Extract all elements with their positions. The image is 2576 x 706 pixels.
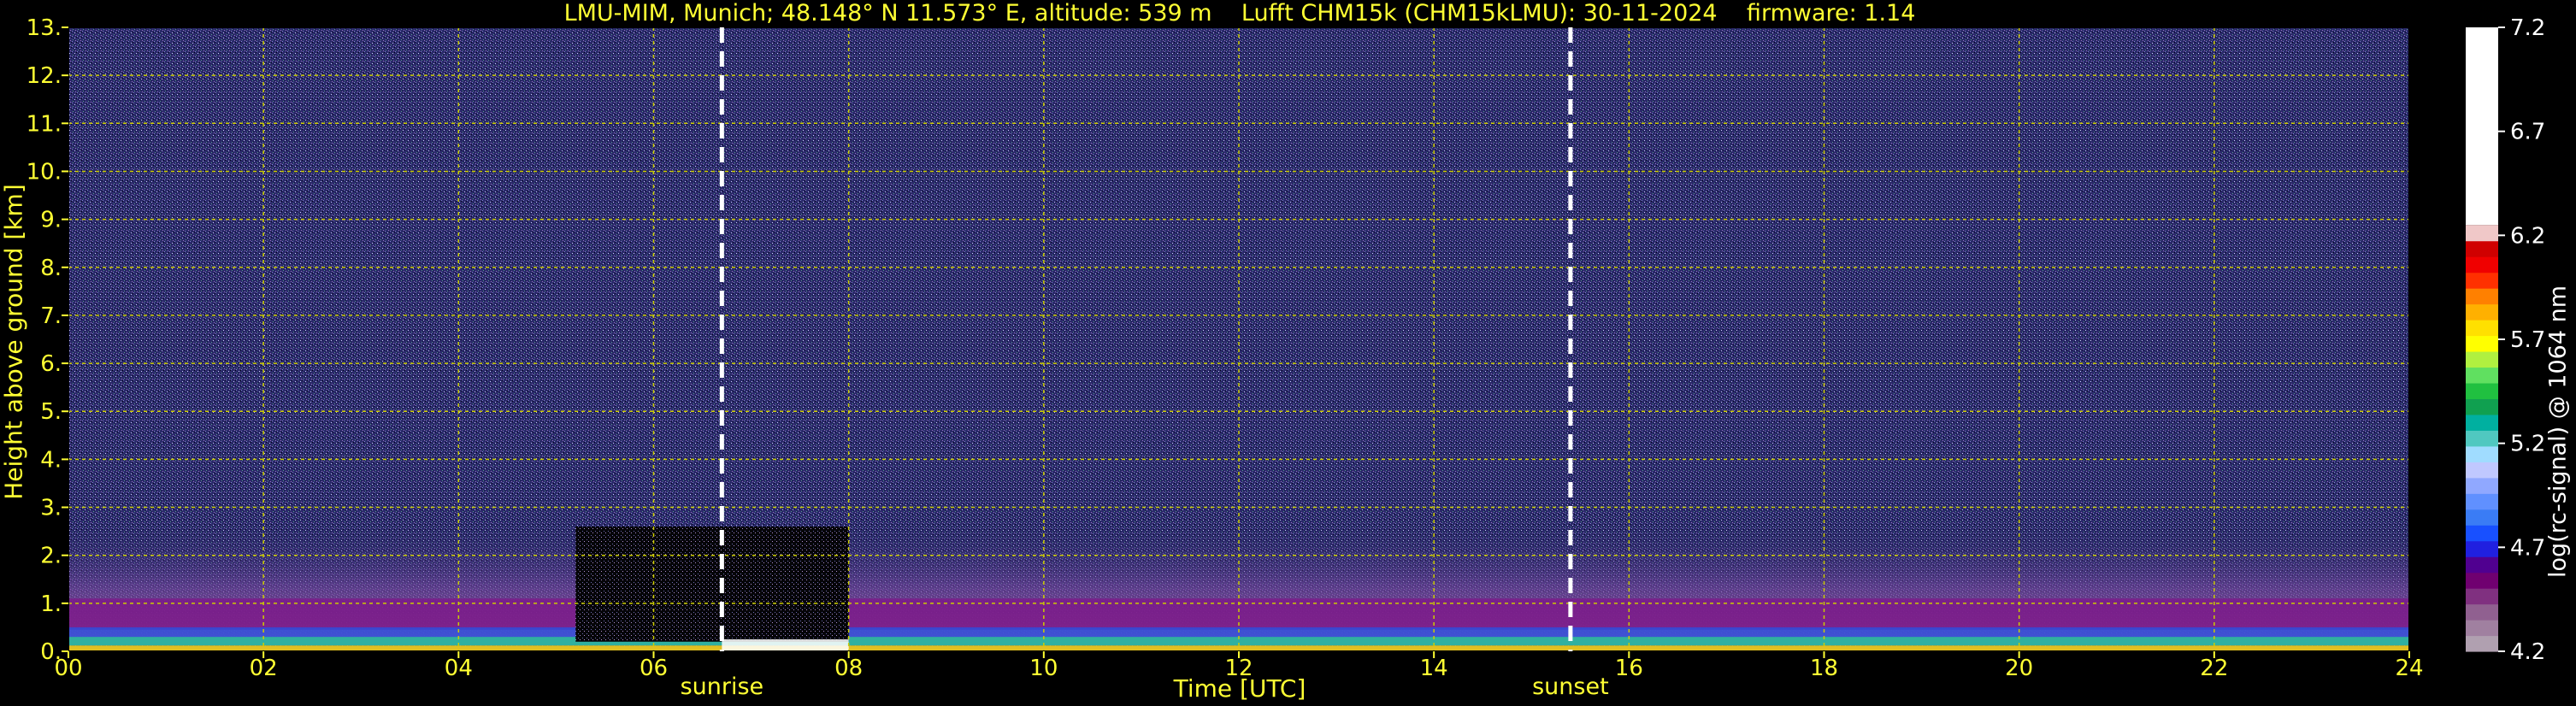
colorbar-segment [2466,367,2498,384]
sunset-label: sunset [1532,674,1609,700]
colorbar-segment [2466,620,2498,637]
plot-area [68,27,2409,651]
colorbar-segment [2466,256,2498,274]
y-tick-label: 11. [27,111,62,137]
colorbar-tick-label: 5.7 [2510,327,2545,353]
colorbar-tick-label: 4.7 [2510,535,2545,561]
y-tick-label: 3. [40,496,62,521]
colorbar-segment [2466,320,2498,337]
colorbar-segment [2466,635,2498,652]
colorbar-segment [2466,462,2498,479]
colorbar-segment [2466,225,2498,242]
colorbar-segment [2466,509,2498,526]
y-tick-label: 12. [27,63,62,89]
y-axis-ticks: 0.1.2.3.4.5.6.7.8.9.10.11.12.13. [27,15,68,665]
colorbar-segment [2466,477,2498,494]
colorbar-segment [2466,288,2498,305]
colorbar-segment [2466,525,2498,542]
colorbar-segment [2466,603,2498,621]
saturated-surface [722,638,849,651]
x-tick-label: 06 [640,656,668,681]
y-tick-label: 8. [40,256,62,281]
y-axis-label: Height above ground [km] [0,184,28,500]
colorbar-tick-label: 6.7 [2510,120,2545,145]
y-tick-label: 1. [40,591,62,617]
y-tick-label: 4. [40,447,62,473]
colorbar-segment [2466,303,2498,321]
colorbar-segment [2466,493,2498,510]
sunrise-label: sunrise [681,674,764,700]
colorbar-segment [2466,240,2498,257]
colorbar-segment [2466,556,2498,574]
colorbar-tick-label: 5.2 [2510,432,2545,457]
y-tick-label: 10. [27,159,62,185]
colorbar-segment [2466,572,2498,589]
y-tick-label: 5. [40,399,62,425]
colorbar-tick-label: 7.2 [2510,15,2545,41]
colorbar-tick-label: 4.2 [2510,639,2545,665]
colorbar-segment [2466,350,2498,368]
x-tick-label: 24 [2395,656,2423,681]
colorbar-segment [2466,335,2498,352]
y-tick-label: 2. [40,544,62,569]
colorbar-segment [2466,445,2498,462]
colorbar: 4.2 4.7 5.2 5.7 6.2 6.7 7.2 [2466,15,2545,665]
chart-title: LMU-MIM, Munich; 48.148° N 11.573° E, al… [563,0,1916,26]
x-tick-label: 20 [2005,656,2033,681]
colorbar-segment [2466,398,2498,415]
y-tick-label: 6. [40,351,62,377]
x-axis-label: Time [UTC] [1173,674,1306,703]
x-tick-label: 22 [2200,656,2228,681]
x-tick-label: 08 [834,656,863,681]
colorbar-segment [2466,414,2498,431]
x-tick-label: 02 [250,656,278,681]
x-tick-label: 14 [1420,656,1448,681]
y-tick-label: 13. [27,15,62,41]
x-tick-label: 10 [1029,656,1058,681]
x-tick-label: 18 [1810,656,1838,681]
colorbar-segment [2466,540,2498,557]
low-signal-gap [575,527,849,642]
y-tick-label: 9. [40,208,62,233]
colorbar-segment [2466,588,2498,605]
colorbar-segment [2466,27,2498,226]
x-tick-label: 04 [445,656,473,681]
colorbar-tick-label: 6.2 [2510,223,2545,249]
colorbar-segment [2466,430,2498,447]
x-tick-label: 16 [1615,656,1643,681]
colorbar-segment [2466,272,2498,289]
ceilometer-chart: sunrise sunset 0.1.2.3.4.5.6.7.8.9.10.11.… [27,15,2546,703]
colorbar-segment [2466,382,2498,399]
x-tick-label: 00 [54,656,82,681]
colorbar-label: log(rc-signal) @ 1064 nm [2544,285,2572,579]
y-tick-label: 7. [40,303,62,329]
